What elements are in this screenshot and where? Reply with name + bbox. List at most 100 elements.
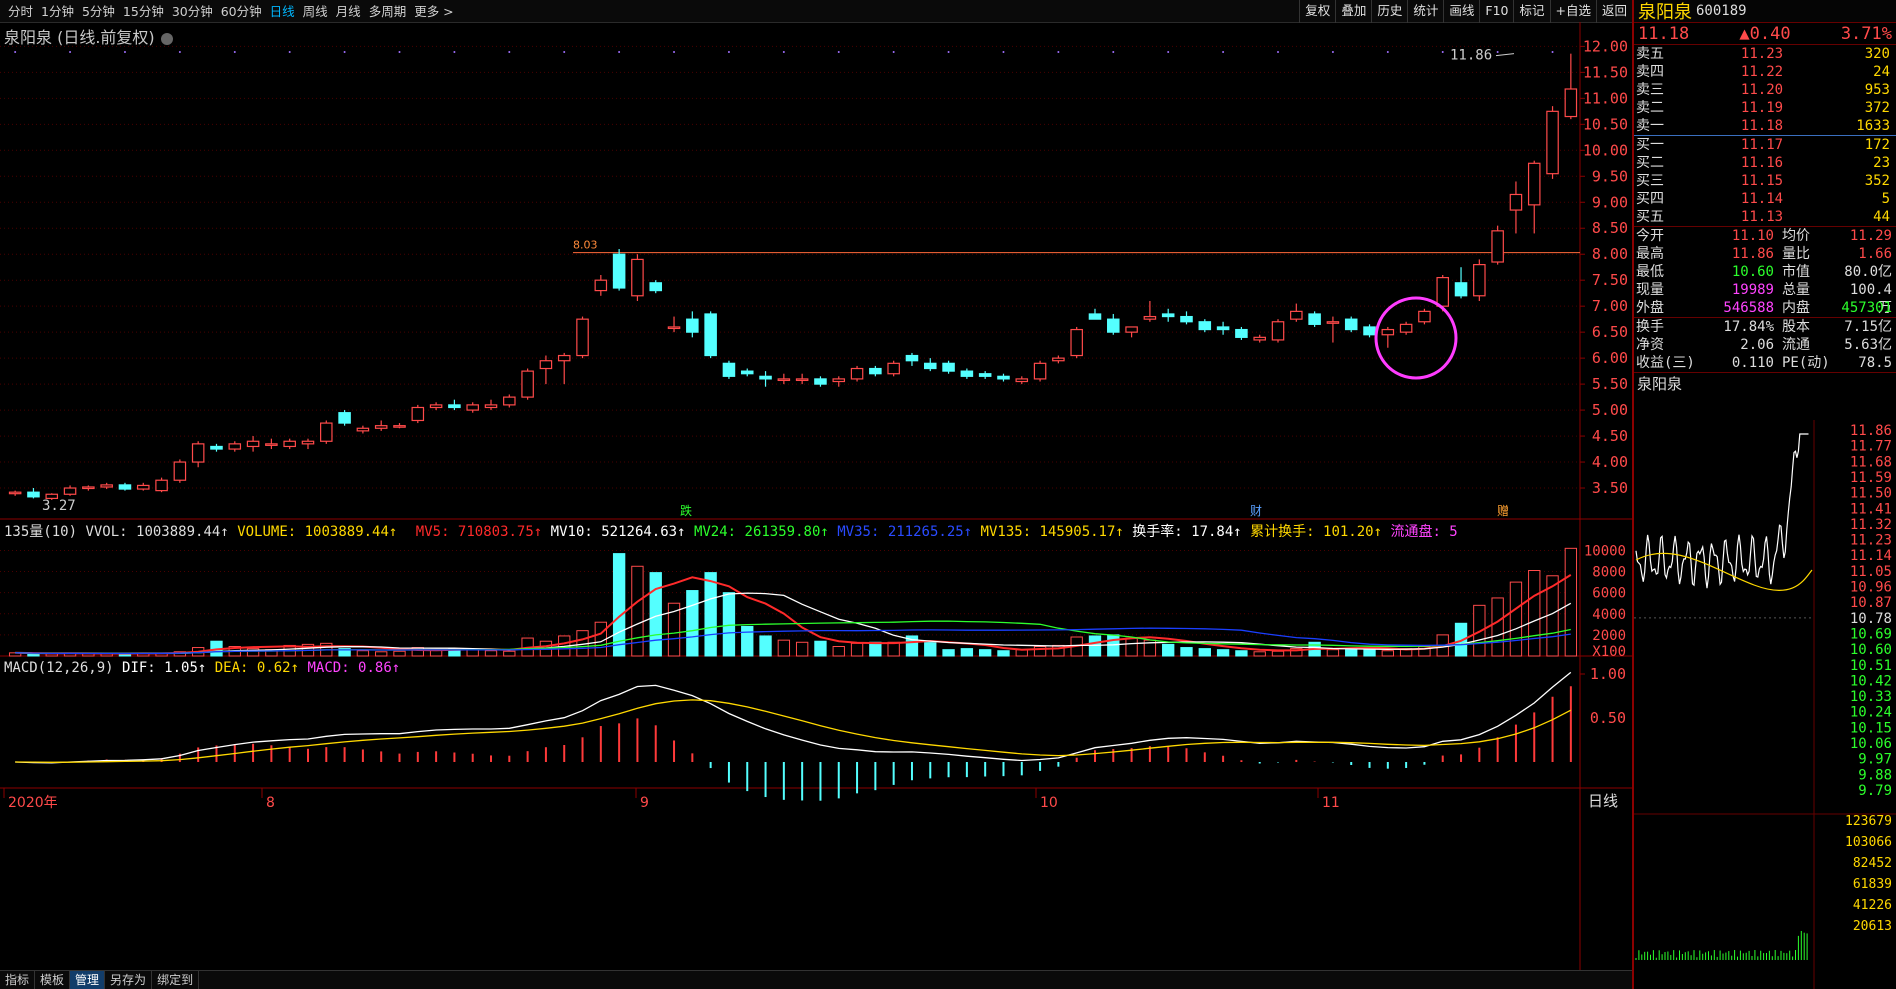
candle-body <box>1546 110 1559 175</box>
volume-bar <box>887 641 900 657</box>
event-dot <box>123 51 126 53</box>
toolbar-button[interactable]: 标记 <box>1513 0 1549 23</box>
period-tab[interactable]: 60分钟 <box>217 0 266 23</box>
event-dot <box>1167 51 1170 53</box>
volume-bar <box>466 649 479 657</box>
macd-line <box>15 671 1572 764</box>
period-tab[interactable]: 分时 <box>4 0 37 23</box>
candle-body <box>374 425 388 429</box>
candle-body <box>283 440 296 448</box>
period-tab[interactable]: 周线 <box>299 0 332 23</box>
kline-chart[interactable]: 12.00 11.50 11.00 10.50 10.00 9.50 9.00 8.50 8.0… <box>0 22 1632 970</box>
candle-body <box>82 486 95 490</box>
candle-body <box>1527 162 1541 206</box>
volume-bar <box>1381 650 1394 657</box>
toolbar-button[interactable]: 统计 <box>1407 0 1443 23</box>
candle-body <box>393 425 406 428</box>
candle-body <box>1344 318 1358 331</box>
candle-body <box>631 258 644 297</box>
bottom-tab[interactable]: 另存为 <box>105 971 153 989</box>
volume-bar <box>1198 648 1211 657</box>
book-label: 买二 <box>1636 155 1664 171</box>
candle-body <box>1418 310 1431 323</box>
candle-body <box>740 370 754 375</box>
period-tab[interactable]: 15分钟 <box>119 0 168 23</box>
period-tab[interactable]: 30分钟 <box>168 0 217 23</box>
event-dot <box>1057 51 1060 53</box>
period-toolbar: 分时 1分钟 5分钟 15分钟 30分钟 60分钟 日线 周线 月线 多周期 更多 > 复权 叠加 历史… <box>0 0 1632 23</box>
macd-tick: 1.00 <box>1590 665 1626 683</box>
stat-value: 0.110 <box>1731 355 1774 371</box>
mini-price-tick: 10.24 <box>1850 705 1892 721</box>
mini-price-tick: 11.23 <box>1850 533 1892 549</box>
candle-body <box>1033 362 1047 380</box>
period-tab[interactable]: 1分钟 <box>37 0 78 23</box>
candle-body <box>686 318 699 333</box>
candle-body <box>246 440 260 448</box>
stat-label: PE(动) <box>1782 355 1830 371</box>
volume-bar <box>832 646 845 657</box>
candle-body <box>1381 328 1395 336</box>
period-tab[interactable]: 日线 <box>266 0 299 23</box>
stock-name: 泉阳泉 <box>1638 2 1692 23</box>
candle-body <box>136 484 150 490</box>
stat-label: 收益(三) <box>1636 355 1695 371</box>
price-tick: 10.00 <box>1583 141 1628 159</box>
stat-row: 换手 17.84% 股本 7.15亿 <box>1634 318 1896 336</box>
candle-body <box>8 491 22 495</box>
toolbar-button[interactable]: 复权 <box>1299 0 1335 23</box>
bottom-tab[interactable]: 模板 <box>35 971 71 989</box>
mini-avg-line <box>1635 552 1813 591</box>
candle-body <box>265 443 278 446</box>
price-change-pct: 3.71% <box>1840 23 1892 44</box>
bottom-tab[interactable]: 管理 <box>70 971 106 989</box>
bid-row: 买五 11.13 44 <box>1634 208 1896 226</box>
low-label: 3.27 <box>42 498 76 514</box>
candle-body <box>210 445 223 450</box>
toolbar-button[interactable]: 历史 <box>1371 0 1407 23</box>
stat-row: 现量 19989 总量 100.4万 <box>1634 281 1896 316</box>
period-tab[interactable]: 更多 > <box>410 0 457 23</box>
price-tick: 5.50 <box>1592 375 1628 393</box>
event-dot <box>563 51 566 53</box>
mv135-value: MV135: 145905.17↑ <box>980 524 1124 540</box>
event-dot <box>1386 51 1389 53</box>
candle-body <box>887 362 900 375</box>
mv5-value: MV5: 710803.75↑ <box>415 524 543 540</box>
event-dot <box>14 51 17 53</box>
time-tick: 11 <box>1322 795 1340 811</box>
candle-body <box>997 375 1010 380</box>
candle-body <box>832 378 846 383</box>
bottom-tab[interactable]: 指标 <box>0 971 36 989</box>
stat-value: 11.29 <box>1849 228 1892 244</box>
event-dot <box>343 51 346 53</box>
candle-body <box>942 362 955 372</box>
period-tab[interactable]: 月线 <box>332 0 365 23</box>
toolbar-button[interactable]: 画线 <box>1443 0 1479 23</box>
volume-bar <box>1235 650 1248 657</box>
event-dot <box>947 51 950 53</box>
toolbar-button[interactable]: F10 <box>1479 0 1513 23</box>
book-volume: 320 <box>1864 46 1890 62</box>
toolbar-button[interactable]: 返回 <box>1595 0 1632 23</box>
quote-header: 泉阳泉 600189 <box>1634 0 1896 23</box>
event-dot <box>618 51 621 53</box>
high-label: 11.86 <box>1450 48 1492 64</box>
ask-row: 卖五 11.23 320 <box>1634 45 1896 63</box>
intraday-mini-chart[interactable]: 11.8611.7711.6811.5911.5011.4111.3211.23… <box>1634 420 1896 989</box>
price-tick: 6.00 <box>1592 349 1628 367</box>
mv35-value: MV35: 211265.25↑ <box>837 524 973 540</box>
mini-price-tick: 9.97 <box>1858 752 1892 768</box>
bid-row: 买一 11.17 172 <box>1634 136 1896 154</box>
bottom-tab[interactable]: 绑定到 <box>152 971 200 989</box>
period-tab[interactable]: 5分钟 <box>78 0 119 23</box>
period-tab[interactable]: 多周期 <box>365 0 411 23</box>
toolbar-button[interactable]: +自选 <box>1549 0 1596 23</box>
price-tick: 5.00 <box>1592 401 1628 419</box>
toolbar-button[interactable]: 叠加 <box>1335 0 1371 23</box>
stat-row: 收益(三) 0.110 PE(动) 78.5 <box>1634 354 1896 372</box>
stat-label: 净资 <box>1636 337 1664 353</box>
mv10-value: MV10: 521264.63↑ <box>550 524 686 540</box>
event-dot <box>782 51 785 53</box>
event-marker: 赠 <box>1497 504 1509 518</box>
